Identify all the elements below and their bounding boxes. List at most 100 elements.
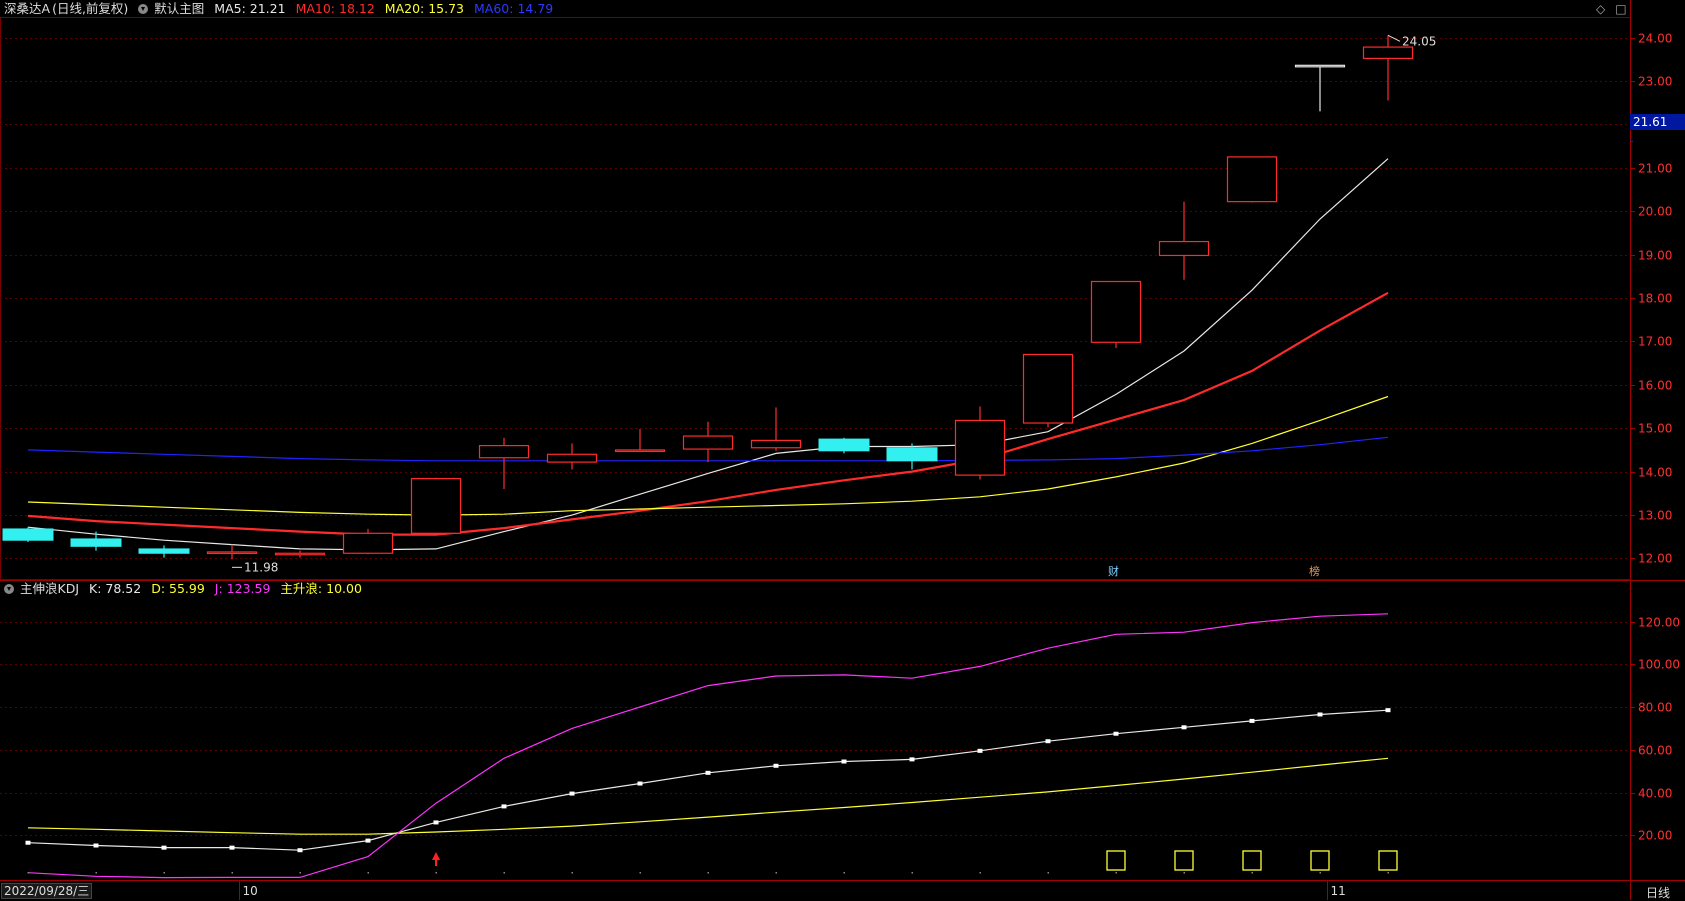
kdj-baseline-dot: [1183, 872, 1185, 874]
kdj-k-point: [569, 791, 575, 796]
kdj-k-point: [25, 840, 31, 845]
ma-line-ma10: [27, 291, 1389, 536]
kdj-baseline-dot: [1047, 872, 1049, 874]
y-tick-label: 14.00: [1638, 466, 1672, 480]
candle: [750, 407, 802, 451]
candle: [70, 531, 122, 551]
candle: [1158, 201, 1210, 280]
high-pointer: [1387, 34, 1401, 42]
kdj-baseline-dot: [299, 872, 301, 874]
candle-body: [546, 453, 598, 463]
y-tick-label: 24.00: [1638, 32, 1672, 46]
x-tick-label: 10: [243, 884, 258, 898]
candle: [2, 527, 54, 542]
candle-body: [342, 532, 394, 554]
y-tick-label: 16.00: [1638, 379, 1672, 393]
candle: [274, 550, 326, 558]
kdj-signal-box: [1378, 850, 1398, 871]
window-icon[interactable]: □: [1615, 2, 1626, 16]
dropdown-circle-icon[interactable]: [138, 4, 149, 14]
kdj-baseline-dot: [707, 872, 709, 874]
template-name[interactable]: 默认主图: [154, 1, 204, 16]
kdj-k-point: [977, 748, 983, 753]
kdj-signal-box: [1242, 850, 1262, 871]
kdj-baseline-dot: [95, 872, 97, 874]
ranking-marker[interactable]: 榜: [1308, 565, 1321, 578]
y-tick-label: 100.00: [1638, 658, 1680, 672]
kdj-k-point: [1181, 725, 1187, 730]
kdj-baseline-dot: [571, 872, 573, 874]
y-tick-label: 15.00: [1638, 422, 1672, 436]
dropdown-circle-icon[interactable]: [4, 584, 14, 594]
y-tick-label: 21.00: [1638, 162, 1672, 176]
y-tick-label: 13.00: [1638, 509, 1672, 523]
kdj-k-point: [229, 845, 235, 850]
candle: [478, 437, 530, 490]
candle-body: [614, 449, 666, 453]
kdj-k-point: [705, 770, 711, 775]
kdj-baseline-dot: [843, 872, 845, 874]
kdj-baseline-dot: [435, 872, 437, 874]
candle-body: [2, 528, 54, 541]
candle-body: [886, 447, 938, 462]
low-label: 11.98: [244, 560, 278, 574]
kdj-name[interactable]: 主伸浪KDJ: [20, 581, 79, 596]
kdj-d-legend: D: 55.99: [151, 581, 205, 596]
kdj-baseline-dot: [1115, 872, 1117, 874]
diamond-icon[interactable]: ◇: [1596, 2, 1605, 16]
x-tick-label: 11: [1331, 884, 1346, 898]
candle-body: [206, 551, 258, 555]
top-right-icons: ◇ □: [1596, 2, 1637, 16]
ma60-legend: MA60: 14.79: [474, 1, 554, 16]
kdj-k-point: [773, 763, 779, 768]
candle: [1022, 353, 1074, 428]
ma20-legend: MA20: 15.73: [384, 1, 465, 16]
y-tick-label: 20.00: [1638, 829, 1672, 843]
candle-body: [1022, 353, 1074, 424]
candle: [1294, 64, 1346, 112]
y-tick-label: 40.00: [1638, 787, 1672, 801]
finance-marker[interactable]: 财: [1107, 565, 1120, 578]
kdj-line-d: [27, 757, 1389, 835]
kdj-baseline-dot: [1319, 872, 1321, 874]
kdj-baseline-dot: [775, 872, 777, 874]
main-legend: 深桑达A (日线,前复权) 默认主图 MA5: 21.21 MA10: 18.12…: [4, 1, 559, 17]
kdj-signal-box: [1174, 850, 1194, 871]
candle-body: [750, 439, 802, 449]
kdj-line-k: [27, 709, 1389, 851]
candle: [1226, 156, 1278, 203]
candle-body: [954, 419, 1006, 476]
stock-chart[interactable]: 24.0023.0022.0021.0020.0019.0018.0017.00…: [0, 0, 1685, 900]
candle-body: [1090, 280, 1142, 343]
kdj-baseline-dot: [27, 872, 29, 874]
stock-name[interactable]: 深桑达A: [4, 1, 50, 16]
y-tick-label: 19.00: [1638, 249, 1672, 263]
candle: [682, 421, 734, 463]
kdj-k-point: [1385, 708, 1391, 713]
period-label[interactable]: 日线: [1646, 884, 1670, 901]
candle-body: [1158, 240, 1210, 257]
kdj-k-point: [841, 759, 847, 764]
kdj-k-point: [297, 848, 303, 853]
y-tick-label: 20.00: [1638, 205, 1672, 219]
high-label: 24.05: [1402, 34, 1436, 48]
kdj-line-j: [27, 613, 1389, 879]
kdj-baseline-dot: [911, 872, 913, 874]
candle-body: [70, 538, 122, 547]
y-tick-label: 60.00: [1638, 744, 1672, 758]
kdj-k-point: [433, 820, 439, 825]
candle-body: [1362, 46, 1414, 59]
candle-body: [1226, 156, 1278, 203]
kdj-k-legend: K: 78.52: [89, 581, 142, 596]
kdj-legend: 主伸浪KDJ K: 78.52 D: 55.99 J: 123.59 主升浪: …: [4, 581, 368, 597]
candle: [614, 429, 666, 453]
kdj-baseline-dot: [639, 872, 641, 874]
candle: [206, 544, 258, 560]
kdj-k-point: [909, 757, 915, 762]
kdj-baseline-dot: [503, 872, 505, 874]
kdj-k-point: [1113, 731, 1119, 736]
kdj-k-point: [161, 845, 167, 850]
candle-body: [138, 548, 190, 554]
kdj-k-point: [1317, 712, 1323, 717]
y-tick-label: 18.00: [1638, 292, 1672, 306]
